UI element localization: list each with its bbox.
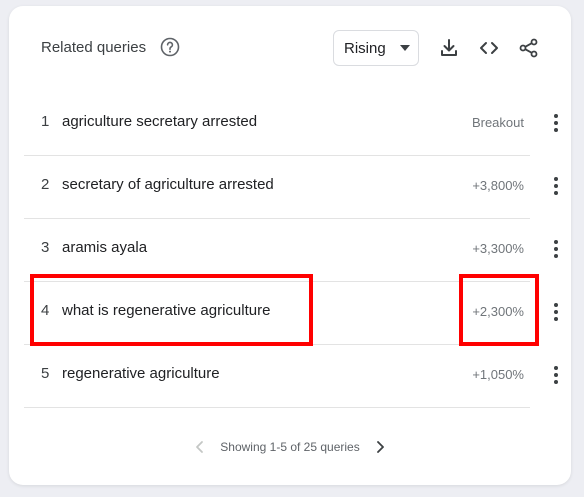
query-list: 1 agriculture secretary arrested Breakou…: [24, 93, 558, 408]
query-highlight-box: [30, 274, 313, 346]
more-vert-icon[interactable]: [552, 174, 560, 198]
download-icon[interactable]: [437, 36, 461, 60]
list-item[interactable]: 1 agriculture secretary arrested Breakou…: [24, 93, 558, 156]
filter-value: Rising: [344, 39, 386, 57]
trend-value: Breakout: [471, 115, 524, 130]
help-icon[interactable]: [160, 37, 180, 57]
caret-down-icon: [400, 45, 410, 51]
more-vert-icon[interactable]: [552, 237, 560, 261]
chevron-right-icon[interactable]: [374, 440, 386, 454]
related-queries-card: Related queries Rising 1 agriculture sec…: [9, 6, 571, 485]
rank-number: 5: [41, 365, 50, 382]
trend-value: +3,300%: [472, 241, 524, 256]
rank-number: 2: [41, 176, 50, 193]
rank-number: 3: [41, 239, 50, 256]
trend-value: +3,800%: [472, 178, 524, 193]
query-link[interactable]: secretary of agriculture arrested: [62, 176, 274, 193]
value-highlight-box: [459, 274, 539, 346]
embed-icon[interactable]: [477, 36, 501, 60]
list-item[interactable]: 5 regenerative agriculture +1,050%: [24, 345, 558, 408]
more-vert-icon[interactable]: [552, 363, 560, 387]
list-item[interactable]: 2 secretary of agriculture arrested +3,8…: [24, 156, 558, 219]
pagination-label: Showing 1-5 of 25 queries: [220, 440, 360, 454]
share-icon[interactable]: [517, 36, 541, 60]
trend-value: +1,050%: [472, 367, 524, 382]
card-title: Related queries: [41, 39, 147, 56]
filter-dropdown[interactable]: Rising: [333, 30, 419, 66]
query-link[interactable]: aramis ayala: [62, 239, 147, 256]
more-vert-icon[interactable]: [552, 300, 560, 324]
list-item[interactable]: 3 aramis ayala +3,300%: [24, 219, 558, 282]
query-link[interactable]: regenerative agriculture: [62, 365, 220, 382]
query-link[interactable]: agriculture secretary arrested: [62, 113, 257, 130]
rank-number: 1: [41, 113, 50, 130]
chevron-left-icon[interactable]: [194, 440, 206, 454]
more-vert-icon[interactable]: [552, 111, 560, 135]
pagination: Showing 1-5 of 25 queries: [9, 440, 571, 454]
